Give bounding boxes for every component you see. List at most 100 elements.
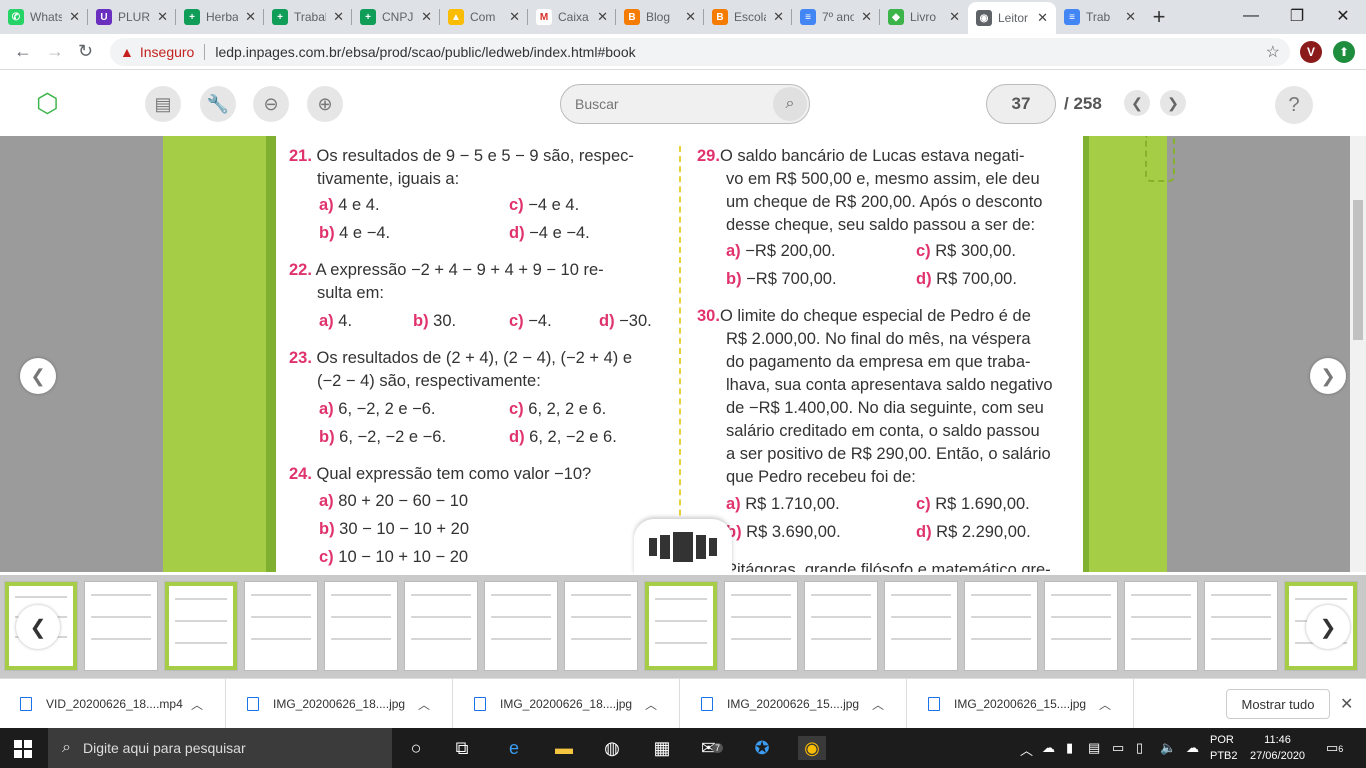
store-icon[interactable]: ▦	[650, 736, 674, 760]
close-icon[interactable]: ✕	[597, 9, 608, 25]
bookmark-ribbon-icon[interactable]	[1145, 136, 1175, 182]
page-thumbnail[interactable]	[324, 581, 398, 671]
monitor-icon[interactable]: ▭	[1112, 740, 1124, 756]
task-view-icon[interactable]: ⧉	[450, 736, 474, 760]
page-thumbnail[interactable]	[244, 581, 318, 671]
prev-page-icon[interactable]: ❮	[1124, 90, 1150, 116]
next-spread-icon[interactable]: ❯	[1310, 358, 1346, 394]
show-all-downloads-button[interactable]: Mostrar tudo	[1226, 689, 1330, 719]
page-thumbnail[interactable]	[404, 581, 478, 671]
tab-leitor[interactable]: ◉ Leitor ✕	[968, 2, 1056, 34]
mail-icon[interactable]: ✉ 7	[700, 736, 724, 760]
page-thumbnail[interactable]	[1044, 581, 1118, 671]
close-icon[interactable]: ✕	[245, 9, 256, 25]
close-icon[interactable]: ✕	[1037, 10, 1048, 26]
chevron-up-icon[interactable]: ︿	[191, 696, 203, 713]
zoom-out-icon[interactable]: ⊖	[253, 86, 289, 122]
network-icon[interactable]: ▤	[1088, 740, 1100, 756]
download-item[interactable]: IMG_20200626_15....jpg ︿	[681, 679, 907, 729]
page-number-input[interactable]: 37	[986, 84, 1056, 124]
download-item[interactable]: IMG_20200626_18....jpg ︿	[227, 679, 453, 729]
page-thumbnail[interactable]	[884, 581, 958, 671]
cortana-icon[interactable]: ○	[404, 736, 428, 760]
download-item[interactable]: IMG_20200626_15....jpg ︿	[908, 679, 1134, 729]
page-thumbnail[interactable]	[564, 581, 638, 671]
page-thumbnail[interactable]	[1204, 581, 1278, 671]
download-item[interactable]: IMG_20200626_18....jpg ︿	[454, 679, 680, 729]
close-icon[interactable]: ✕	[861, 9, 872, 25]
close-download-bar-icon[interactable]: ✕	[1340, 694, 1353, 714]
page-thumbnail[interactable]	[964, 581, 1038, 671]
tab-blogger-escola[interactable]: B Escola ✕	[704, 0, 792, 34]
page-thumbnail[interactable]	[484, 581, 558, 671]
clock[interactable]: 11:46 27/06/2020	[1250, 732, 1305, 764]
windows-start-icon[interactable]	[14, 740, 32, 758]
volume-icon[interactable]: 🔈	[1160, 740, 1176, 756]
extension-icon[interactable]: ⬆	[1333, 41, 1355, 63]
back-icon[interactable]: ←	[14, 41, 32, 62]
taskbar-search[interactable]: ⌕ Digite aqui para pesquisar	[48, 728, 392, 768]
page-thumbnail[interactable]	[84, 581, 158, 671]
tab-docs-trab[interactable]: ≡ Trab ✕	[1056, 0, 1144, 34]
tab-sheets-herbal[interactable]: + Herbal ✕	[176, 0, 264, 34]
chrome-icon[interactable]: ◉	[798, 736, 826, 760]
maximize-icon[interactable]: ❐	[1274, 0, 1320, 32]
prev-spread-icon[interactable]: ❮	[20, 358, 56, 394]
close-icon[interactable]: ✕	[1125, 9, 1136, 25]
next-page-icon[interactable]: ❯	[1160, 90, 1186, 116]
thumbnails-prev-icon[interactable]: ❮	[16, 605, 60, 649]
reader-logo-icon[interactable]: ⬡	[36, 88, 59, 119]
chevron-up-icon[interactable]: ︿	[1099, 696, 1111, 713]
reload-icon[interactable]: ↻	[78, 41, 93, 62]
new-tab-button[interactable]: +	[1144, 0, 1174, 34]
weather-icon[interactable]: ☁	[1042, 740, 1055, 756]
page-thumbnail[interactable]	[1124, 581, 1198, 671]
page-thumbnail[interactable]	[164, 581, 238, 671]
viewer-scrollbar[interactable]	[1350, 136, 1366, 572]
bookmark-star-icon[interactable]: ☆	[1266, 42, 1280, 62]
tray-chevron-icon[interactable]: ︿	[1020, 740, 1033, 759]
omnibox[interactable]: ▲ Inseguro ledp.inpages.com.br/ebsa/prod…	[110, 38, 1290, 66]
thumbnail-toggle-handle[interactable]	[634, 519, 732, 575]
close-icon[interactable]: ✕	[421, 9, 432, 25]
file-explorer-icon[interactable]: ▬	[552, 736, 576, 760]
minimize-icon[interactable]: —	[1228, 0, 1274, 32]
search-input[interactable]	[575, 96, 755, 112]
page-thumbnail[interactable]	[724, 581, 798, 671]
edge-icon[interactable]: e	[502, 736, 526, 760]
chevron-up-icon[interactable]: ︿	[418, 696, 430, 713]
page-thumbnail[interactable]	[644, 581, 718, 671]
mic-icon[interactable]: ▮	[1066, 740, 1073, 756]
safari-icon[interactable]: ✪	[750, 736, 774, 760]
notifications-icon[interactable]: ▭6	[1326, 740, 1343, 756]
page-thumbnail[interactable]	[804, 581, 878, 671]
chevron-up-icon[interactable]: ︿	[872, 696, 884, 713]
download-item[interactable]: VID_20200626_18....mp4 ︿	[0, 679, 226, 729]
book-icon[interactable]: ▤	[145, 86, 181, 122]
close-icon[interactable]: ✕	[509, 9, 520, 25]
help-button[interactable]: ?	[1275, 86, 1313, 124]
search-icon[interactable]: ⌕	[773, 87, 807, 121]
close-icon[interactable]: ✕	[69, 9, 80, 25]
thumbnails-next-icon[interactable]: ❯	[1306, 605, 1350, 649]
close-icon[interactable]: ✕	[685, 9, 696, 25]
close-icon[interactable]: ✕	[949, 9, 960, 25]
close-icon[interactable]: ✕	[333, 9, 344, 25]
tab-whatsapp[interactable]: ✆ WhatsApp ✕	[0, 0, 88, 34]
tab-sheets-trabalho[interactable]: + Trabalho ✕	[264, 0, 352, 34]
chevron-up-icon[interactable]: ︿	[645, 696, 657, 713]
url-text[interactable]: ledp.inpages.com.br/ebsa/prod/scao/publi…	[215, 44, 635, 60]
close-icon[interactable]: ✕	[773, 9, 784, 25]
language-indicator[interactable]: POR PTB2	[1210, 732, 1238, 764]
battery-icon[interactable]: ▯	[1136, 740, 1143, 756]
tab-blogger[interactable]: B Blog ✕	[616, 0, 704, 34]
profile-avatar[interactable]: V	[1300, 41, 1322, 63]
obs-icon[interactable]: ◍	[600, 736, 624, 760]
tab-gmail[interactable]: M Caixa ✕	[528, 0, 616, 34]
tab-drive[interactable]: ▲ Com ✕	[440, 0, 528, 34]
security-label[interactable]: Inseguro	[140, 44, 194, 60]
scrollbar-thumb[interactable]	[1353, 200, 1363, 340]
tab-docs-7ano[interactable]: ≡ 7º ano ✕	[792, 0, 880, 34]
close-icon[interactable]: ✕	[157, 9, 168, 25]
close-window-icon[interactable]: ✕	[1320, 0, 1366, 32]
